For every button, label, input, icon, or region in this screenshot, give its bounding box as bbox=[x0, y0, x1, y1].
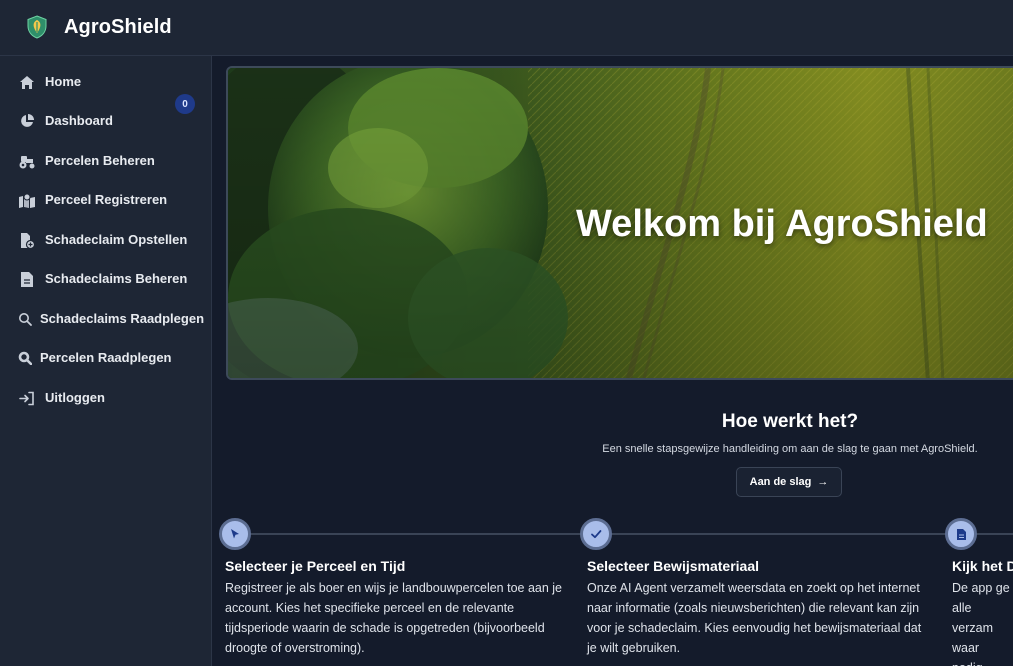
sidebar-item-percelen-raadplegen[interactable]: Percelen Raadplegen bbox=[0, 340, 212, 376]
sidebar-item-label: Schadeclaims Raadplegen bbox=[40, 311, 205, 326]
step-marker bbox=[580, 518, 612, 550]
sidebar-item-schadeclaims-beheren[interactable]: Schadeclaims Beheren bbox=[0, 261, 212, 297]
file-plus-icon bbox=[18, 231, 36, 249]
hero-banner: Welkom bij AgroShield bbox=[226, 66, 1013, 380]
sidebar-item-percelen-beheren[interactable]: Percelen Beheren bbox=[0, 143, 212, 179]
sidebar-item-label: Schadeclaims Beheren bbox=[45, 271, 188, 286]
arrow-right-icon: → bbox=[817, 476, 829, 488]
logout-icon bbox=[18, 389, 36, 407]
section-subtitle: Een snelle stapsgewijze handleiding om a… bbox=[602, 443, 978, 455]
search-bold-icon bbox=[16, 349, 34, 367]
step-title: Kijk het D bbox=[952, 558, 1013, 574]
step-marker bbox=[219, 518, 251, 550]
sidebar-item-label: Home bbox=[45, 74, 82, 89]
sidebar-item-label: Uitloggen bbox=[45, 390, 105, 405]
step-description: De app ge alle verzam waar nodig verzeke… bbox=[952, 581, 1010, 666]
cursor-icon bbox=[231, 529, 239, 539]
sidebar-item-label: Percelen Beheren bbox=[45, 153, 155, 168]
sidebar-item-uitloggen[interactable]: Uitloggen bbox=[0, 380, 212, 416]
search-icon bbox=[16, 310, 34, 328]
pie-chart-icon bbox=[18, 112, 36, 130]
step-description: Onze AI Agent verzamelt weersdata en zoe… bbox=[587, 581, 922, 655]
step-description: Registreer je als boer en wijs je landbo… bbox=[225, 581, 563, 655]
check-icon bbox=[591, 530, 602, 539]
step-title: Selecteer Bewijsmateriaal bbox=[587, 558, 759, 574]
sidebar-item-label: Percelen Raadplegen bbox=[40, 350, 172, 365]
map-location-icon bbox=[18, 191, 36, 209]
sidebar-item-schadeclaim-opstellen[interactable]: Schadeclaim Opstellen bbox=[0, 222, 212, 258]
app-title[interactable]: AgroShield bbox=[64, 16, 172, 39]
step-marker bbox=[945, 518, 977, 550]
tractor-icon bbox=[18, 152, 36, 170]
count-badge: 0 bbox=[175, 94, 195, 114]
hero-title: Welkom bij AgroShield bbox=[576, 203, 988, 245]
step-title: Selecteer je Perceel en Tijd bbox=[225, 558, 406, 574]
app-header: AgroShield bbox=[0, 0, 1013, 56]
shield-leaf-icon[interactable] bbox=[27, 15, 47, 39]
sidebar-item-schadeclaims-raadplegen[interactable]: Schadeclaims Raadplegen bbox=[0, 301, 212, 337]
sidebar-item-label: Dashboard bbox=[45, 113, 113, 128]
timeline-line bbox=[236, 533, 1013, 535]
sidebar-item-label: Perceel Registreren bbox=[45, 192, 168, 207]
button-label: Aan de slag bbox=[749, 476, 812, 488]
section-title: Hoe werkt het? bbox=[721, 411, 859, 432]
home-icon bbox=[18, 73, 36, 91]
sidebar-item-perceel-registreren[interactable]: Perceel Registreren bbox=[0, 182, 212, 218]
sidebar-item-label: Schadeclaim Opstellen bbox=[45, 232, 188, 247]
get-started-button[interactable]: Aan de slag → bbox=[736, 467, 842, 497]
file-icon bbox=[18, 270, 36, 288]
document-icon bbox=[956, 528, 966, 540]
